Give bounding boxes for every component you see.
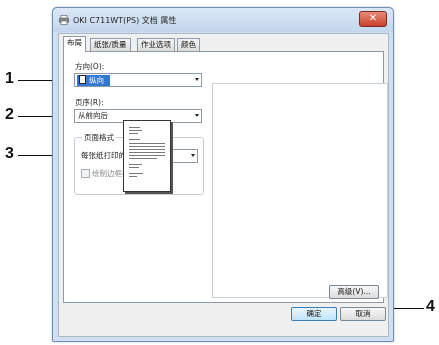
portrait-icon bbox=[79, 75, 86, 84]
orientation-select[interactable]: 纵向 bbox=[74, 73, 202, 87]
tab-layout[interactable]: 布局 bbox=[63, 36, 86, 52]
printer-icon bbox=[59, 15, 69, 25]
page-preview-thumbnail bbox=[123, 120, 171, 192]
layout-preview bbox=[212, 83, 388, 298]
advanced-button[interactable]: 高级(V)... bbox=[329, 285, 379, 299]
text-line bbox=[129, 127, 140, 128]
draw-borders-checkbox[interactable] bbox=[81, 169, 90, 178]
callout-4: 4 bbox=[426, 298, 435, 315]
text-line bbox=[129, 158, 157, 159]
chevron-down-icon bbox=[191, 154, 195, 157]
orientation-value: 纵向 bbox=[77, 75, 110, 86]
ok-button[interactable]: 确定 bbox=[291, 307, 337, 321]
window-title: OKI C711WT(PS) 文档 属性 bbox=[73, 16, 177, 25]
close-button[interactable]: ✕ bbox=[359, 11, 387, 27]
layout-panel: 方向(O): 纵向 页序(R): 从前向后 页面格式 每张纸打印的页数(S) 1… bbox=[63, 51, 388, 303]
callout-2: 2 bbox=[5, 106, 14, 123]
text-line bbox=[129, 164, 142, 165]
text-line bbox=[129, 130, 142, 131]
dialog-client-area: 布局 纸张/质量 作业选项 颜色 方向(O): 纵向 页序(R): 从前向后 页… bbox=[58, 33, 389, 337]
text-line bbox=[129, 173, 143, 174]
chevron-down-icon bbox=[195, 78, 199, 81]
page-order-value: 从前向后 bbox=[78, 111, 108, 120]
text-line bbox=[129, 149, 165, 150]
cancel-button[interactable]: 取消 bbox=[340, 307, 386, 321]
tab-color[interactable]: 颜色 bbox=[177, 38, 200, 51]
callout-3: 3 bbox=[5, 145, 14, 162]
chevron-down-icon bbox=[195, 114, 199, 117]
text-line bbox=[129, 155, 165, 156]
text-line bbox=[129, 133, 138, 134]
callout-1: 1 bbox=[5, 70, 14, 87]
text-line bbox=[129, 152, 165, 153]
tab-job-options[interactable]: 作业选项 bbox=[137, 38, 175, 51]
text-line bbox=[129, 143, 165, 144]
text-line bbox=[129, 167, 139, 168]
orientation-label: 方向(O): bbox=[75, 62, 105, 71]
page-order-label: 页序(R): bbox=[75, 98, 104, 107]
text-line bbox=[129, 176, 137, 177]
text-line bbox=[129, 139, 140, 140]
text-line bbox=[129, 146, 165, 147]
tab-paper-quality[interactable]: 纸张/质量 bbox=[90, 38, 131, 51]
title-bar[interactable]: OKI C711WT(PS) 文档 属性 ✕ bbox=[53, 8, 393, 32]
properties-dialog: OKI C711WT(PS) 文档 属性 ✕ 布局 纸张/质量 作业选项 颜色 … bbox=[52, 7, 394, 342]
page-format-title: 页面格式 bbox=[82, 132, 116, 143]
